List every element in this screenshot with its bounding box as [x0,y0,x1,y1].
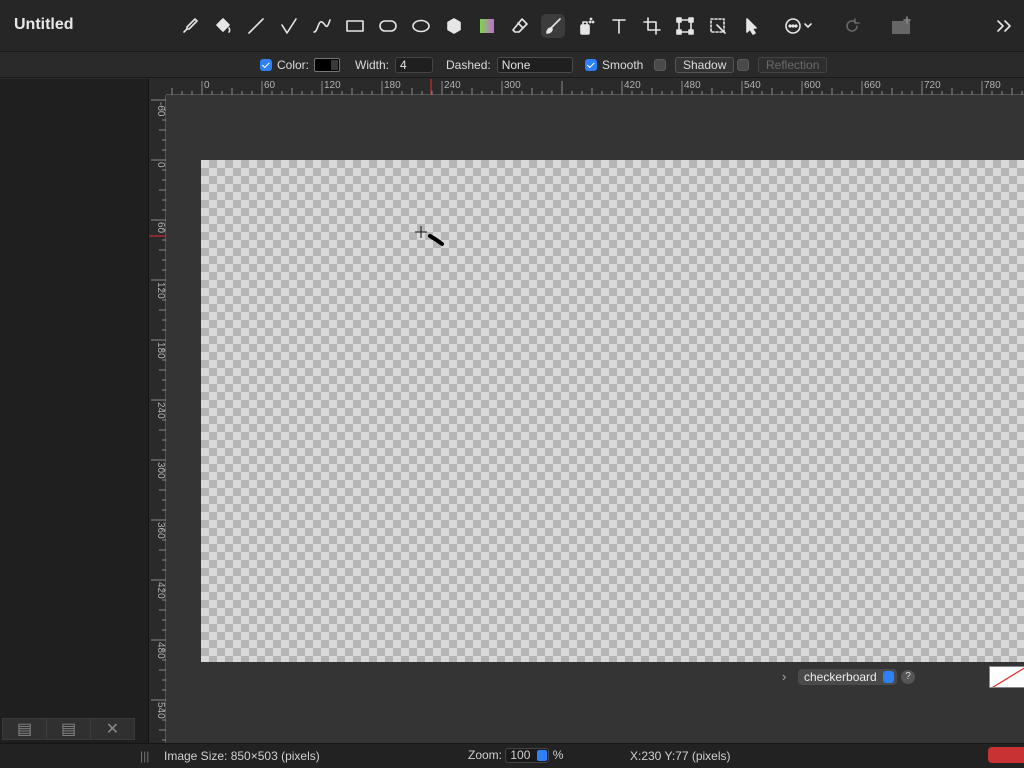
color-swatch[interactable] [314,58,341,72]
eraser-icon[interactable] [508,14,532,38]
chevron-right-icon[interactable]: › [782,669,786,684]
dashed-select[interactable]: None [496,57,573,73]
options-bar: Color: Width: 4 Dashed: None Smooth Shad… [0,52,1024,78]
document-title: Untitled [14,16,74,33]
ruler-label: 60 [264,80,276,91]
polygon-icon[interactable] [442,14,466,38]
ruler-label: 240 [444,80,461,91]
line-icon[interactable] [244,14,268,38]
background-mode-select[interactable]: checkerboard [798,669,897,685]
ruler-label: 300 [504,80,521,91]
transform-icon[interactable] [673,14,697,38]
layer-controls: ▤ ▤ ✕ [2,718,135,740]
eyedropper-icon[interactable] [178,14,202,38]
pointer-icon[interactable] [739,14,763,38]
toolbar: Untitled [0,0,1024,52]
shadow-option[interactable]: Shadow [654,57,735,73]
resize-grip-icon[interactable]: ||| [140,749,149,763]
ruler-label: 240 [155,402,166,419]
add-layer-icon[interactable]: ▤ [3,719,47,739]
ellipse-icon[interactable] [409,14,433,38]
canvas-drawing [415,226,444,246]
ruler-label: 180 [384,80,401,91]
ruler-label: 300 [155,462,166,479]
more-icon[interactable] [781,14,817,38]
cursor-position: X:230 Y:77 (pixels) [630,749,731,763]
paint-bucket-icon[interactable] [211,14,235,38]
ruler-label: 540 [155,702,166,719]
reflection-button: Reflection [758,57,828,73]
reflection-checkbox[interactable] [737,59,749,71]
gradient-icon[interactable] [475,14,499,38]
spray-icon[interactable] [574,14,598,38]
ruler-label: 120 [324,80,341,91]
ruler-label: 480 [155,642,166,659]
ruler-label: 420 [155,582,166,599]
color-checkbox[interactable] [260,59,272,71]
ruler-label: 60 [155,222,166,234]
ruler-label: -60 [155,102,166,117]
ruler-label: 0 [155,162,166,168]
vertical-ruler: -60 0 60 120 180 240 300 360 420 480 540 [149,95,166,743]
delete-layer-icon[interactable]: ✕ [91,719,134,739]
work-area[interactable]: › checkerboard ? [166,95,1024,743]
ruler-corner [149,79,166,95]
ruler-label: 720 [924,80,941,91]
ruler-label: 600 [804,80,821,91]
angle-line-icon[interactable] [277,14,301,38]
text-icon[interactable] [607,14,631,38]
shadow-button[interactable]: Shadow [675,57,735,73]
brush-icon[interactable] [541,14,565,38]
smooth-checkbox[interactable] [585,59,597,71]
ruler-label: 360 [155,522,166,539]
zoom-unit: % [552,748,564,762]
ruler-label: 180 [155,342,166,359]
ruler-label: 420 [624,80,641,91]
alert-badge[interactable] [988,747,1024,763]
smooth-option[interactable]: Smooth [585,57,643,73]
crop-icon[interactable] [640,14,664,38]
no-fill-swatch[interactable] [989,666,1024,688]
zoom-field[interactable]: 100 [505,748,550,764]
curve-icon[interactable] [310,14,334,38]
image-add-icon[interactable] [888,14,916,38]
expand-icon[interactable] [992,14,1016,38]
dashed-option: Dashed: None [446,57,573,73]
ruler-label: 0 [204,80,210,91]
help-button[interactable]: ? [901,670,915,684]
horizontal-ruler-ticks: 0 60 120 180 240 300 420 480 540 600 660 720 780 [171,79,1023,95]
color-label: Color: [277,58,310,72]
smooth-label: Smooth [602,58,644,72]
ruler-label: 120 [155,282,166,299]
vertical-ruler-ticks: -60 0 60 120 180 240 300 360 420 480 540 [149,99,166,741]
magic-select-icon[interactable] [706,14,730,38]
width-label: Width: [355,58,390,72]
color-option[interactable]: Color: [260,57,341,73]
crosshair-cursor [415,226,427,238]
shadow-checkbox[interactable] [654,59,666,71]
zoom-label: Zoom: [468,748,503,762]
width-field[interactable]: 4 [395,57,434,73]
layers-panel [0,79,149,743]
image-size: Image Size: 850×503 (pixels) [164,749,320,763]
status-bar: ||| Image Size: 850×503 (pixels) Zoom: 1… [0,743,1024,768]
ruler-label: 780 [984,80,1001,91]
brush-stroke [428,234,444,246]
rounded-rectangle-icon[interactable] [376,14,400,38]
rectangle-icon[interactable] [343,14,367,38]
redo-icon[interactable] [840,14,864,38]
image-canvas[interactable] [201,160,1024,662]
ruler-label: 660 [864,80,881,91]
horizontal-ruler: 0 60 120 180 240 300 420 480 540 600 660 720 780 [166,79,1024,95]
duplicate-layer-icon[interactable]: ▤ [47,719,91,739]
width-option: Width: 4 [355,57,434,73]
dashed-label: Dashed: [446,58,491,72]
reflection-option[interactable]: Reflection [737,57,828,73]
zoom-control: Zoom: 100 % [468,748,564,764]
app-window: Untitled Color: Width: 4 Dashed: None Sm… [0,0,1024,768]
ruler-label: 540 [744,80,761,91]
ruler-label: 480 [684,80,701,91]
